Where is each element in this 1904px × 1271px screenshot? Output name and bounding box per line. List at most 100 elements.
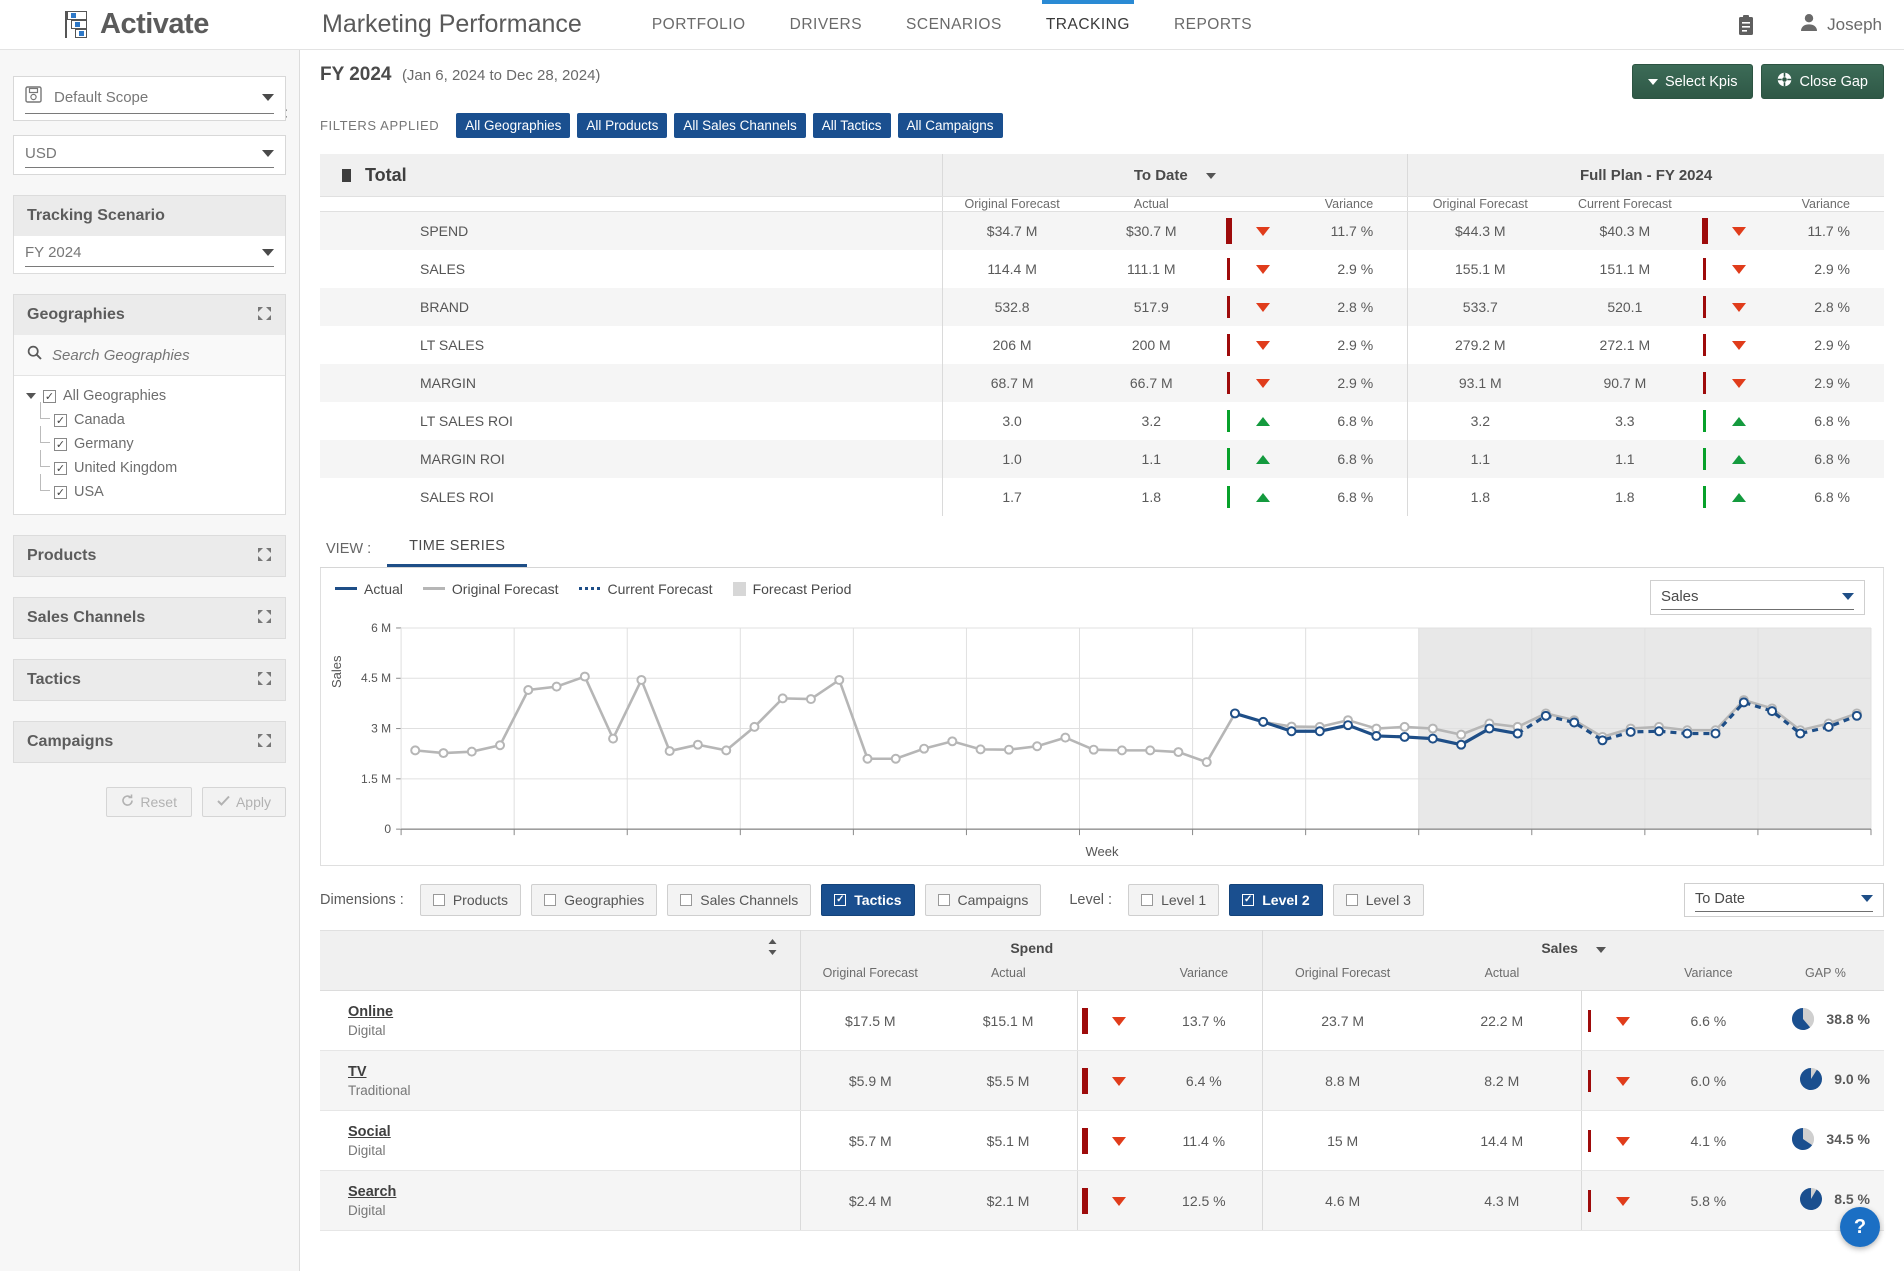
sales-channels-panel[interactable]: Sales Channels bbox=[13, 597, 286, 639]
tactics-panel[interactable]: Tactics bbox=[13, 659, 286, 701]
tree-row-all-geographies[interactable]: ✓ All Geographies bbox=[14, 384, 285, 408]
tree-row-canada[interactable]: ✓ Canada bbox=[14, 402, 285, 432]
chevron-down-icon[interactable] bbox=[1595, 946, 1606, 953]
collapse-square-icon[interactable] bbox=[342, 168, 351, 182]
kpi-table-row: SALES 114.4 M 111.1 M 2.9 % 155.1 M 151.1 M 2.… bbox=[320, 249, 1884, 288]
apply-button[interactable]: Apply bbox=[201, 787, 286, 817]
chevron-down-icon[interactable] bbox=[26, 393, 36, 399]
table-row[interactable]: Search Digital $2.4 M $2.1 M 12.5 % 4.6 M 4.3 … bbox=[320, 1170, 1884, 1231]
currency-select[interactable]: USD bbox=[13, 135, 286, 175]
level-label-text: Level 2 bbox=[1262, 891, 1310, 908]
kpi-table-body: SPEND $34.7 M $30.7 M 11.7 % $44.3 M $40.3 M 1… bbox=[320, 211, 1884, 516]
chart-kpi-selector[interactable]: Sales bbox=[1650, 579, 1865, 615]
dim-spend-variance-bar bbox=[1076, 1050, 1093, 1111]
kpi-table-row: LT SALES ROI 3.0 3.2 6.8 % 3.2 3.3 6.8 % bbox=[320, 401, 1884, 440]
dimension-products-button[interactable]: Products bbox=[419, 883, 522, 916]
nav-tab-scenarios[interactable]: SCENARIOS bbox=[884, 0, 1024, 50]
checkbox-all-geographies[interactable]: ✓ bbox=[43, 389, 56, 403]
expand-icon[interactable] bbox=[257, 733, 272, 751]
geographies-search-row[interactable] bbox=[14, 335, 285, 376]
filter-chip-all-products[interactable]: All Products bbox=[577, 113, 668, 138]
checkbox-germany[interactable]: ✓ bbox=[54, 437, 67, 451]
period-selector[interactable]: To Date bbox=[1684, 882, 1884, 917]
kpi-fp-original-forecast: 93.1 M bbox=[1407, 363, 1553, 402]
table-row[interactable]: Social Digital $5.7 M $5.1 M 11.4 % 15 M 14.4 … bbox=[320, 1110, 1884, 1171]
col-gap-percent: GAP % bbox=[1766, 966, 1884, 991]
nav-tab-reports[interactable]: REPORTS bbox=[1152, 0, 1274, 50]
table-row[interactable]: TV Traditional $5.9 M $5.5 M 6.4 % 8.8 M 8.2 M… bbox=[320, 1050, 1884, 1111]
checkbox-icon bbox=[937, 893, 950, 906]
kpi-td-variance-arrow bbox=[1236, 440, 1290, 478]
legend-item-actual: Actual bbox=[335, 581, 403, 597]
dim-gap-cell: 34.5 % bbox=[1766, 1110, 1884, 1171]
dim-sales-actual: 8.2 M bbox=[1422, 1050, 1582, 1111]
dim-row-name-cell: Search Digital bbox=[320, 1170, 801, 1231]
kpi-td-original-forecast: 3.0 bbox=[941, 401, 1082, 440]
dim-row-name[interactable]: TV bbox=[348, 1064, 800, 1080]
checkbox-usa[interactable]: ✓ bbox=[54, 485, 67, 499]
chevron-down-icon[interactable] bbox=[1205, 172, 1216, 179]
nav-tab-tracking[interactable]: TRACKING bbox=[1024, 0, 1152, 50]
checkbox-canada[interactable]: ✓ bbox=[54, 413, 67, 427]
level-1-button[interactable]: Level 1 bbox=[1128, 883, 1220, 916]
page-actions: Select Kpis Close Gap bbox=[1631, 64, 1884, 99]
filter-chip-all-sales-channels[interactable]: All Sales Channels bbox=[674, 113, 806, 138]
search-geographies-input[interactable] bbox=[52, 346, 272, 364]
level-2-button[interactable]: ✓ Level 2 bbox=[1229, 883, 1323, 916]
clipboard-icon[interactable] bbox=[1736, 14, 1756, 36]
geographies-header[interactable]: Geographies bbox=[14, 295, 285, 335]
scope-select[interactable]: Default Scope bbox=[13, 76, 286, 121]
table-row[interactable]: Online Digital $17.5 M $15.1 M 13.7 % 23.7 M2… bbox=[320, 990, 1884, 1051]
help-button[interactable]: ? bbox=[1840, 1207, 1880, 1247]
geographies-tree: ✓ All Geographies ✓ Canada ✓ Germany ✓ U… bbox=[14, 376, 285, 514]
chart-plot-area: 0 1.5 M 3 M 4.5 M 6 M bbox=[321, 620, 1883, 865]
expand-icon[interactable] bbox=[257, 306, 272, 324]
filter-chip-all-campaigns[interactable]: All Campaigns bbox=[897, 113, 1003, 138]
dim-row-name[interactable]: Online bbox=[348, 1004, 800, 1020]
filter-chip-all-geographies[interactable]: All Geographies bbox=[456, 113, 571, 138]
products-panel[interactable]: Products bbox=[13, 535, 286, 577]
gap-pie-icon bbox=[1790, 1126, 1816, 1155]
close-gap-button[interactable]: Close Gap bbox=[1761, 64, 1884, 99]
gap-pie-icon bbox=[1798, 1186, 1824, 1215]
level-3-button[interactable]: Level 3 bbox=[1332, 883, 1424, 916]
nav-tab-drivers[interactable]: DRIVERS bbox=[768, 0, 884, 50]
kpi-row-name: LT SALES ROI bbox=[420, 412, 513, 429]
reset-button[interactable]: Reset bbox=[106, 787, 192, 817]
campaigns-panel[interactable]: Campaigns bbox=[13, 721, 286, 763]
checkbox-icon bbox=[432, 893, 445, 906]
dimensions-label: Dimensions : bbox=[320, 891, 404, 908]
dim-row-name[interactable]: Search bbox=[348, 1184, 800, 1200]
legend-label: Forecast Period bbox=[752, 580, 852, 597]
nav-tab-portfolio[interactable]: PORTFOLIO bbox=[630, 0, 768, 50]
filter-chip-all-tactics[interactable]: All Tactics bbox=[812, 113, 891, 138]
kpi-fp-variance-value: 6.8 % bbox=[1814, 412, 1850, 429]
dimension-campaigns-button[interactable]: Campaigns bbox=[924, 883, 1042, 916]
kpi-td-original-forecast: 1.7 bbox=[941, 477, 1082, 516]
total-label: Total bbox=[365, 164, 407, 185]
select-kpis-button[interactable]: Select Kpis bbox=[1631, 64, 1754, 99]
sort-icon[interactable] bbox=[767, 939, 778, 957]
brand-logo-area[interactable]: Activate bbox=[0, 8, 300, 42]
dim-sales-original-forecast: 15 M bbox=[1262, 1110, 1423, 1171]
tree-row-usa[interactable]: ✓ USA bbox=[14, 474, 285, 504]
expand-icon[interactable] bbox=[257, 547, 272, 565]
sort-header-cell[interactable] bbox=[320, 930, 801, 966]
expand-icon[interactable] bbox=[257, 609, 272, 627]
dim-row-name[interactable]: Social bbox=[348, 1124, 800, 1140]
expand-icon[interactable] bbox=[257, 671, 272, 689]
tab-time-series[interactable]: TIME SERIES bbox=[387, 528, 528, 567]
tree-row-germany[interactable]: ✓ Germany bbox=[14, 426, 285, 456]
user-menu[interactable]: Joseph bbox=[1800, 13, 1882, 37]
dimension-geographies-button[interactable]: Geographies bbox=[531, 883, 658, 916]
checkbox-united-kingdom[interactable]: ✓ bbox=[54, 461, 67, 475]
tree-row-united-kingdom[interactable]: ✓ United Kingdom bbox=[14, 450, 285, 480]
dimension-tactics-button[interactable]: ✓ Tactics bbox=[821, 883, 915, 916]
filters-applied-bar: FILTERS APPLIED All Geographies All Prod… bbox=[320, 113, 1884, 138]
kpi-row-name: SALES bbox=[420, 260, 466, 277]
dimension-sales-channels-button[interactable]: Sales Channels bbox=[667, 883, 812, 916]
gap-pie-icon bbox=[1798, 1066, 1824, 1095]
period-value: To Date bbox=[1695, 890, 1745, 907]
col-fp-variance: Variance bbox=[1765, 196, 1884, 212]
tracking-scenario-select[interactable]: FY 2024 bbox=[14, 236, 285, 273]
